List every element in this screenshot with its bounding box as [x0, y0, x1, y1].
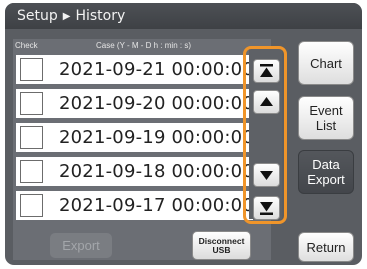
row-case-datetime: 2021-09-17 00:00:00 — [59, 195, 254, 216]
event-list-button[interactable]: Event List — [298, 96, 354, 140]
export-button-label: Export — [62, 238, 100, 253]
breadcrumb: Setup ▶ History — [5, 3, 362, 29]
export-button[interactable]: Export — [50, 233, 112, 258]
event-list-button-label-line2: List — [315, 118, 337, 133]
breadcrumb-root: Setup — [17, 8, 58, 24]
history-row[interactable]: 2021-09-20 00:00:00 — [16, 89, 254, 118]
history-row[interactable]: 2021-09-18 00:00:00 — [16, 157, 254, 186]
return-button[interactable]: Return — [298, 232, 354, 262]
disconnect-usb-label-line2: USB — [212, 244, 231, 255]
chart-button-label: Chart — [310, 55, 342, 71]
row-case-datetime: 2021-09-18 00:00:00 — [59, 161, 254, 182]
row-case-datetime: 2021-09-19 00:00:00 — [59, 127, 254, 148]
column-header-case: Case (Y - M - D h : min : s) — [96, 41, 191, 50]
row-checkbox[interactable] — [20, 92, 43, 115]
history-row[interactable]: 2021-09-19 00:00:00 — [16, 123, 254, 152]
row-checkbox[interactable] — [20, 160, 43, 183]
return-button-label: Return — [306, 239, 346, 255]
data-export-button-label-line1: Data — [312, 157, 340, 172]
chart-button[interactable]: Chart — [298, 41, 354, 85]
history-row[interactable]: 2021-09-17 00:00:00 — [16, 191, 254, 220]
row-checkbox[interactable] — [20, 58, 43, 81]
data-export-button-label-line2: Export — [307, 172, 345, 187]
row-case-datetime: 2021-09-21 00:00:00 — [59, 59, 254, 80]
event-list-button-label-line1: Event — [309, 103, 343, 118]
breadcrumb-arrow-icon: ▶ — [62, 11, 71, 22]
history-row[interactable]: 2021-09-21 00:00:00 — [16, 55, 254, 84]
row-case-datetime: 2021-09-20 00:00:00 — [59, 93, 254, 114]
column-header-check: Check — [15, 41, 38, 50]
row-checkbox[interactable] — [20, 194, 43, 217]
data-export-button[interactable]: Data Export — [298, 150, 354, 194]
disconnect-usb-button[interactable]: Disconnect USB — [192, 231, 251, 260]
scroll-controls-highlight — [243, 46, 287, 224]
breadcrumb-current: History — [75, 8, 126, 24]
row-checkbox[interactable] — [20, 126, 43, 149]
